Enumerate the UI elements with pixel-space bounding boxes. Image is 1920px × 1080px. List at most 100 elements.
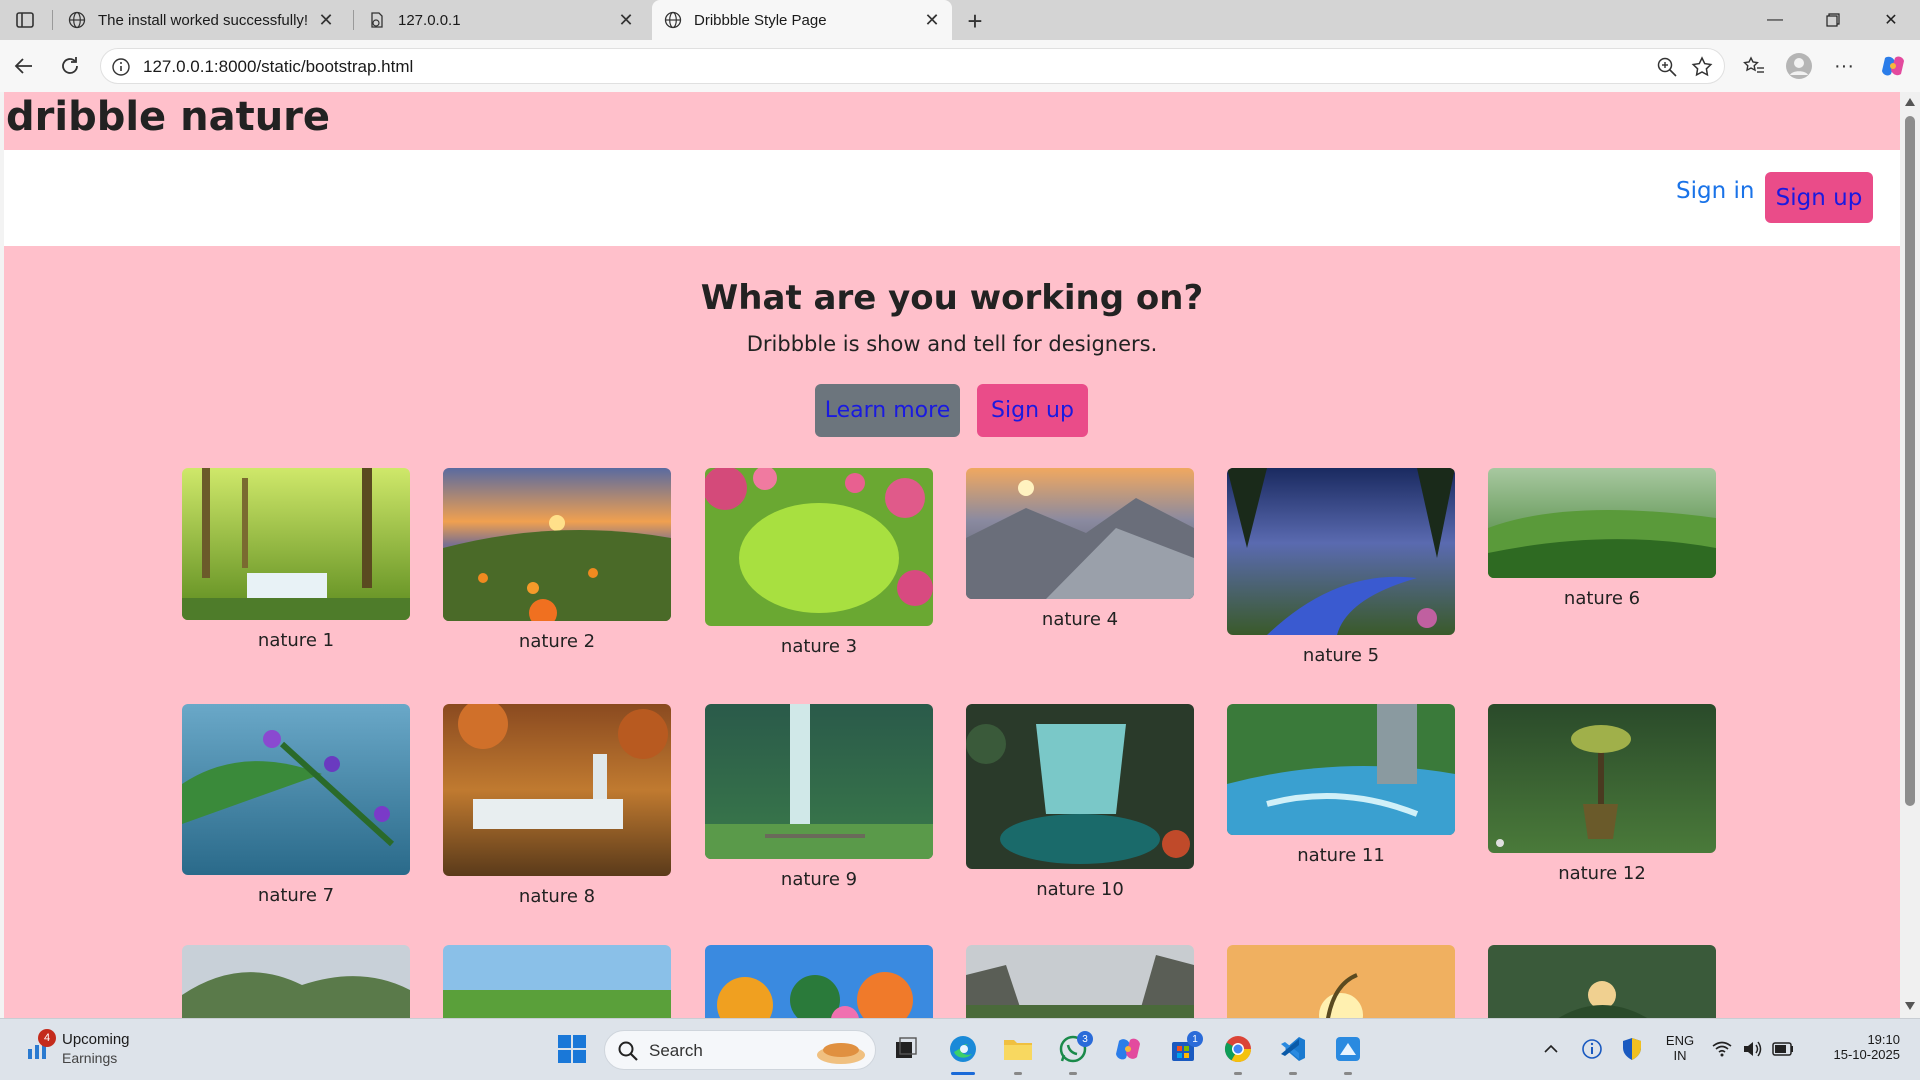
page-scrollbar[interactable] bbox=[1900, 92, 1920, 1018]
gallery-card[interactable]: nature 8 bbox=[442, 704, 672, 907]
favorite-star-icon[interactable] bbox=[1690, 55, 1714, 79]
close-icon[interactable]: ✕ bbox=[918, 6, 946, 34]
gallery-card[interactable]: nature 11 bbox=[1226, 704, 1456, 866]
gallery-card[interactable] bbox=[1487, 945, 1717, 1018]
zoom-icon[interactable] bbox=[1656, 56, 1678, 78]
app-icon bbox=[1336, 1037, 1360, 1061]
nature-image bbox=[182, 704, 410, 875]
card-caption: nature 5 bbox=[1302, 645, 1380, 666]
region-code: IN bbox=[1673, 1048, 1687, 1063]
gallery-card[interactable] bbox=[965, 945, 1195, 1018]
hero-title: What are you working on? bbox=[700, 278, 1204, 318]
gallery-card[interactable]: nature 12 bbox=[1487, 704, 1717, 884]
nature-image bbox=[182, 945, 410, 1018]
battery-icon[interactable] bbox=[1768, 1029, 1798, 1069]
shield-icon bbox=[1623, 1038, 1641, 1060]
volume-icon[interactable] bbox=[1737, 1029, 1767, 1069]
learn-more-button[interactable]: Learn more bbox=[815, 384, 960, 437]
tab-dribbble-style-page[interactable]: Dribbble Style Page ✕ bbox=[652, 0, 952, 40]
more-options-icon[interactable]: ··· bbox=[1828, 50, 1860, 82]
gallery-card[interactable] bbox=[181, 945, 411, 1018]
security-tray-button[interactable] bbox=[1614, 1029, 1650, 1069]
copilot-icon bbox=[1116, 1038, 1140, 1060]
browser-tab-bar: The install worked successfully! Co ✕ 12… bbox=[0, 0, 1920, 40]
reload-button[interactable] bbox=[54, 50, 86, 82]
back-button[interactable] bbox=[8, 50, 40, 82]
nature-image bbox=[966, 468, 1194, 599]
signin-link[interactable]: Sign in bbox=[1676, 178, 1754, 204]
store-badge: 1 bbox=[1187, 1031, 1203, 1047]
close-icon[interactable]: ✕ bbox=[312, 6, 340, 34]
card-caption: nature 2 bbox=[518, 631, 596, 652]
nature-image bbox=[966, 704, 1194, 869]
favorites-icon[interactable] bbox=[1738, 50, 1770, 82]
windows-logo-icon bbox=[558, 1035, 586, 1063]
nature-image bbox=[1227, 704, 1455, 835]
copilot-taskbar-button[interactable] bbox=[1108, 1029, 1148, 1069]
vscode-button[interactable] bbox=[1273, 1029, 1313, 1069]
language-indicator[interactable]: ENG IN bbox=[1662, 1033, 1698, 1063]
page-sync-icon bbox=[368, 11, 386, 29]
whatsapp-badge: 3 bbox=[1077, 1031, 1093, 1047]
restore-button[interactable] bbox=[1804, 0, 1862, 40]
card-caption: nature 4 bbox=[1041, 609, 1119, 630]
hero-signup-button[interactable]: Sign up bbox=[977, 384, 1088, 437]
show-hidden-icons-button[interactable] bbox=[1533, 1029, 1569, 1069]
wifi-icon[interactable] bbox=[1707, 1029, 1737, 1069]
gallery-card[interactable]: nature 5 bbox=[1226, 468, 1456, 666]
taskbar-search[interactable]: Search bbox=[604, 1030, 876, 1070]
new-tab-button[interactable]: + bbox=[960, 6, 990, 36]
gallery-card[interactable]: nature 3 bbox=[704, 468, 934, 657]
onedrive-tray-button[interactable] bbox=[1574, 1029, 1610, 1069]
page-viewport: dribble nature Sign in Sign up What are … bbox=[4, 92, 1900, 1018]
scroll-down-icon[interactable] bbox=[1905, 1002, 1915, 1010]
tab-localhost[interactable]: 127.0.0.1 ✕ bbox=[356, 0, 646, 40]
nature-image bbox=[1488, 945, 1716, 1018]
task-view-button[interactable] bbox=[886, 1029, 926, 1069]
minimize-button[interactable]: — bbox=[1746, 0, 1804, 40]
close-icon[interactable]: ✕ bbox=[612, 6, 640, 34]
pinned-app-button[interactable] bbox=[1328, 1029, 1368, 1069]
signup-button[interactable]: Sign up bbox=[1765, 172, 1873, 223]
gallery-card[interactable] bbox=[704, 945, 934, 1018]
tab-actions-icon[interactable] bbox=[14, 9, 36, 31]
site-info-icon[interactable] bbox=[111, 57, 131, 77]
gallery-card[interactable]: nature 7 bbox=[181, 704, 411, 906]
copilot-icon[interactable] bbox=[1877, 50, 1909, 82]
card-caption: nature 1 bbox=[257, 630, 335, 651]
nature-image bbox=[705, 704, 933, 859]
gallery-card[interactable]: nature 2 bbox=[442, 468, 672, 652]
gallery-card[interactable] bbox=[1226, 945, 1456, 1018]
scroll-up-icon[interactable] bbox=[1905, 98, 1915, 106]
chrome-button[interactable] bbox=[1218, 1029, 1258, 1069]
gallery-card[interactable] bbox=[442, 945, 672, 1018]
gallery-card[interactable]: nature 10 bbox=[965, 704, 1195, 900]
site-title: dribble nature bbox=[6, 94, 331, 140]
url-text: 127.0.0.1:8000/static/bootstrap.html bbox=[143, 57, 414, 76]
card-caption: nature 11 bbox=[1297, 845, 1385, 866]
profile-avatar-icon[interactable] bbox=[1783, 50, 1815, 82]
nature-image bbox=[182, 468, 410, 620]
nature-image bbox=[1488, 704, 1716, 853]
gallery-card[interactable]: nature 6 bbox=[1487, 468, 1717, 609]
address-bar[interactable]: 127.0.0.1:8000/static/bootstrap.html bbox=[100, 48, 1725, 84]
clock[interactable]: 19:10 15-10-2025 bbox=[1810, 1032, 1901, 1062]
start-button[interactable] bbox=[552, 1029, 592, 1069]
site-navbar: Sign in Sign up bbox=[4, 150, 1900, 246]
card-caption: nature 7 bbox=[257, 885, 335, 906]
edge-icon bbox=[950, 1036, 976, 1062]
widgets-button[interactable]: 4 Upcoming Earnings bbox=[24, 1029, 194, 1071]
tab-install-worked[interactable]: The install worked successfully! Co ✕ bbox=[56, 0, 346, 40]
nature-image bbox=[443, 468, 671, 621]
search-highlight-image bbox=[813, 1035, 869, 1067]
gallery-card[interactable]: nature 9 bbox=[704, 704, 934, 890]
scroll-thumb[interactable] bbox=[1905, 116, 1915, 806]
close-window-button[interactable]: ✕ bbox=[1862, 0, 1920, 40]
edge-taskbar-button[interactable] bbox=[943, 1029, 983, 1069]
gallery-card[interactable]: nature 1 bbox=[181, 468, 411, 651]
tab-title: Dribbble Style Page bbox=[694, 11, 827, 29]
file-explorer-button[interactable] bbox=[998, 1029, 1038, 1069]
folder-icon bbox=[1004, 1040, 1032, 1060]
gallery-card[interactable]: nature 4 bbox=[965, 468, 1195, 630]
widget-line1: Upcoming bbox=[62, 1031, 130, 1048]
